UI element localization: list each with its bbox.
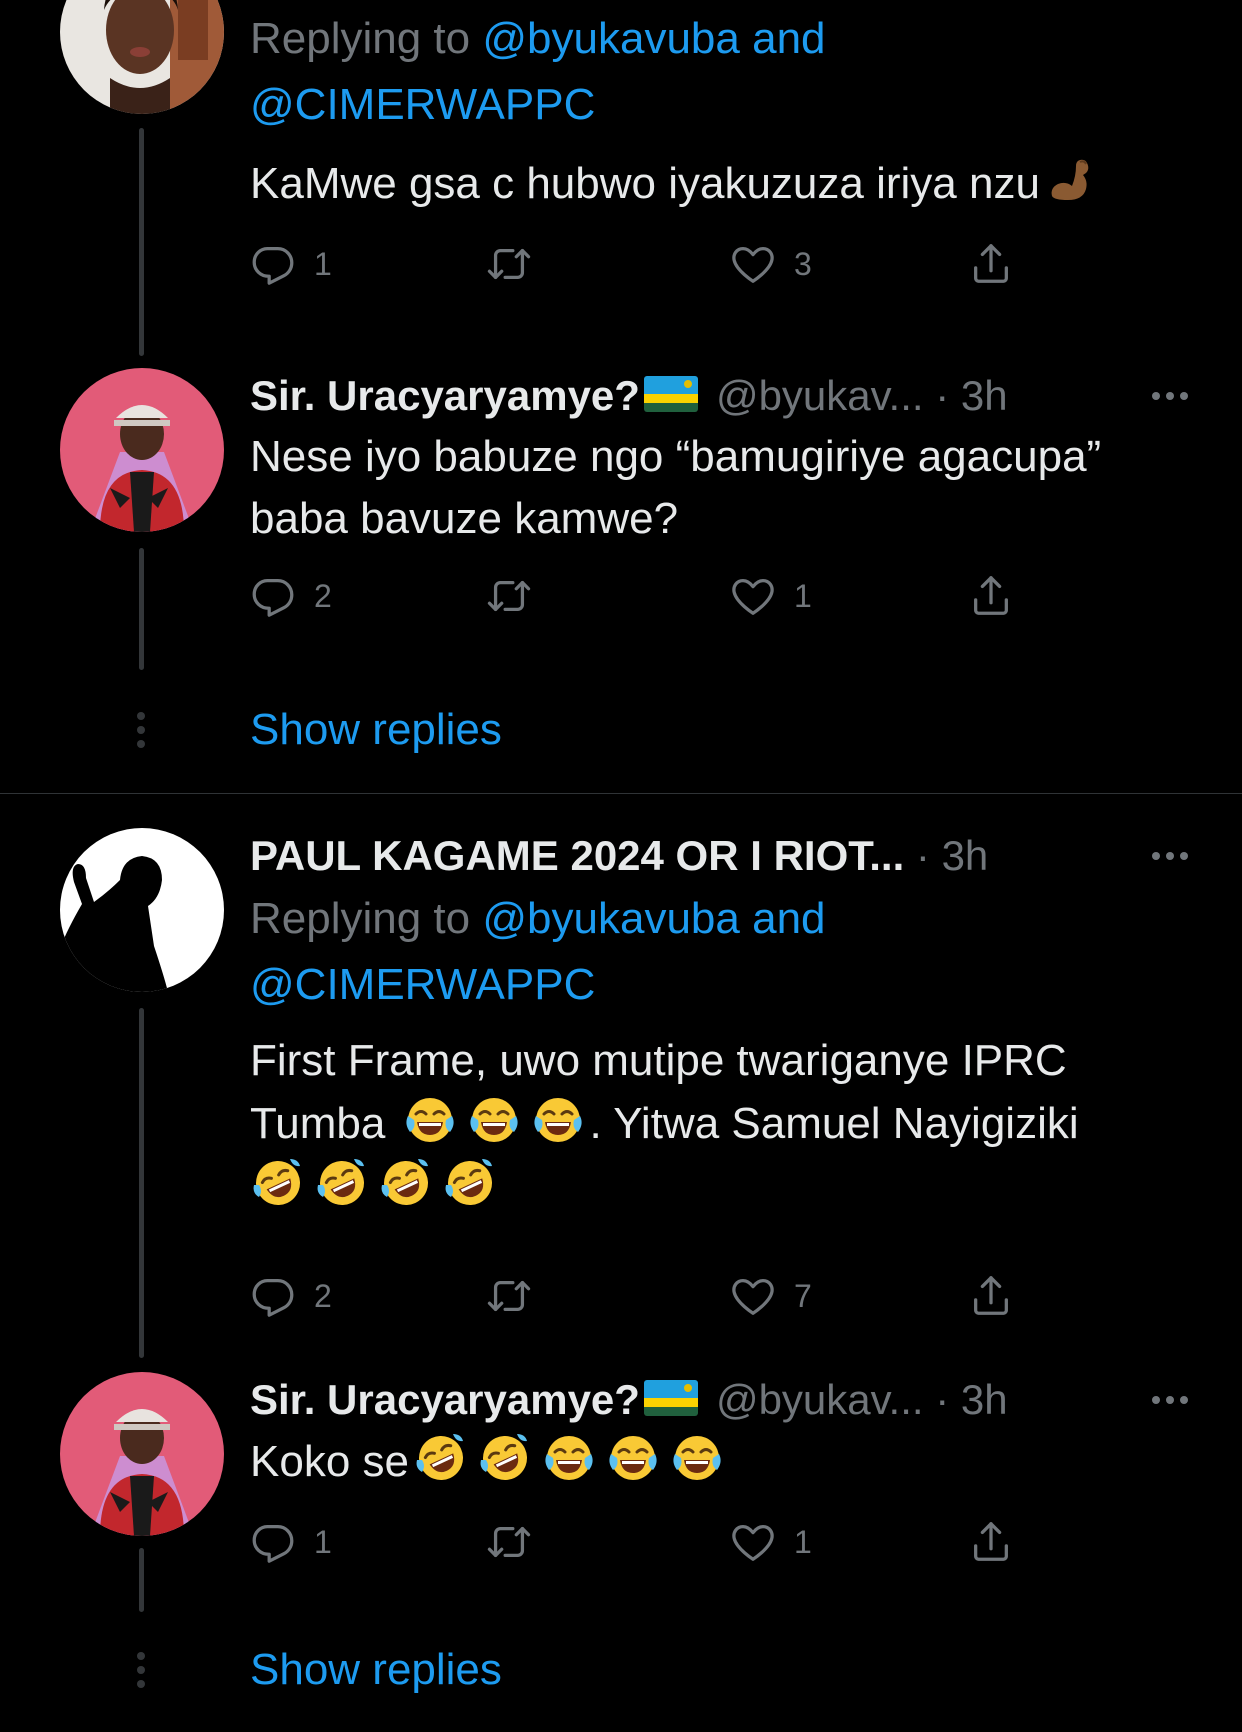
retweet-icon <box>486 573 532 619</box>
retweet-button[interactable] <box>486 566 532 626</box>
like-button[interactable]: 3 <box>730 234 812 294</box>
timestamp[interactable]: · 3h <box>916 832 988 879</box>
share-button[interactable] <box>968 566 1014 626</box>
share-icon <box>968 1519 1014 1565</box>
like-button[interactable]: 1 <box>730 566 812 626</box>
tweet-actions: 1 3 <box>250 234 1040 294</box>
reply-count: 1 <box>314 1523 332 1560</box>
timestamp[interactable]: · 3h <box>935 372 1007 419</box>
tweet-text: Koko se <box>250 1430 1190 1493</box>
laughing-emoji <box>466 1092 522 1148</box>
avatar[interactable] <box>60 368 224 532</box>
display-name[interactable]: Sir. Uracyaryamye? <box>250 372 640 419</box>
heart-icon <box>730 1519 776 1565</box>
reply-icon <box>250 241 296 287</box>
reply-count: 2 <box>314 1277 332 1314</box>
tweet-text: Nese iyo babuze ngo “bamugiriye agacupa”… <box>250 432 1102 543</box>
like-count: 3 <box>794 245 812 282</box>
rwanda-flag <box>644 1380 698 1416</box>
share-button[interactable] <box>968 234 1014 294</box>
share-icon <box>968 241 1014 287</box>
tweet-actions: 1 1 <box>250 1512 1040 1572</box>
display-name[interactable]: PAUL KAGAME 2024 OR I RIOT... <box>250 832 904 879</box>
more-icon[interactable] <box>1148 1370 1192 1430</box>
mention-link[interactable]: @CIMERWAPPC <box>250 80 595 129</box>
mention-and[interactable]: and <box>752 14 825 63</box>
heart-icon <box>730 1273 776 1319</box>
heart-icon <box>730 241 776 287</box>
reply-button[interactable]: 2 <box>250 1266 332 1326</box>
more-icon[interactable] <box>1148 366 1192 426</box>
more-replies-dots-icon <box>137 712 145 748</box>
replying-to: Replying to @byukavuba and @CIMERWAPPC <box>250 14 826 129</box>
show-replies-link[interactable]: Show replies <box>250 1640 502 1700</box>
replying-to: Replying to @byukavuba and @CIMERWAPPC <box>250 894 826 1009</box>
more-replies-dots-icon <box>137 1652 145 1688</box>
like-count: 1 <box>794 577 812 614</box>
tweet-header: Sir. Uracyaryamye? @byukav... · 3h <box>250 1370 1190 1430</box>
laughing-emoji <box>605 1430 661 1486</box>
retweet-button[interactable] <box>486 234 532 294</box>
laughing-emoji <box>530 1092 586 1148</box>
like-button[interactable]: 1 <box>730 1512 812 1572</box>
avatar[interactable] <box>60 1372 224 1536</box>
like-count: 7 <box>794 1277 812 1314</box>
reply-icon <box>250 1519 296 1565</box>
laughing-emoji <box>402 1092 458 1148</box>
mention-link[interactable]: @byukavuba <box>482 894 740 943</box>
reply-button[interactable]: 1 <box>250 234 332 294</box>
thread-line <box>139 128 144 356</box>
rofl-emoji <box>378 1155 434 1211</box>
reply-count: 2 <box>314 577 332 614</box>
display-name[interactable]: Sir. Uracyaryamye? <box>250 1376 640 1423</box>
share-button[interactable] <box>968 1512 1014 1572</box>
rofl-emoji <box>477 1430 533 1486</box>
avatar[interactable] <box>60 828 224 992</box>
retweet-icon <box>486 241 532 287</box>
like-count: 1 <box>794 1523 812 1560</box>
laughing-emoji <box>669 1430 725 1486</box>
share-icon <box>968 1273 1014 1319</box>
reply-button[interactable]: 1 <box>250 1512 332 1572</box>
user-handle[interactable]: @byukav... <box>716 372 924 419</box>
thread-line <box>139 1008 144 1358</box>
rofl-emoji <box>250 1155 306 1211</box>
mention-link[interactable]: @CIMERWAPPC <box>250 960 595 1009</box>
tweet-header: Sir. Uracyaryamye? @byukav... · 3h <box>250 366 1190 426</box>
reply-count: 1 <box>314 245 332 282</box>
retweet-button[interactable] <box>486 1266 532 1326</box>
retweet-icon <box>486 1519 532 1565</box>
rofl-emoji <box>442 1155 498 1211</box>
tweet-actions: 2 1 <box>250 566 1040 626</box>
like-button[interactable]: 7 <box>730 1266 812 1326</box>
share-button[interactable] <box>968 1266 1014 1326</box>
avatar[interactable] <box>60 0 224 114</box>
reply-icon <box>250 1273 296 1319</box>
share-icon <box>968 573 1014 619</box>
retweet-button[interactable] <box>486 1512 532 1572</box>
reply-icon <box>250 573 296 619</box>
heart-icon <box>730 573 776 619</box>
timestamp[interactable]: · 3h <box>935 1376 1007 1423</box>
rofl-emoji <box>413 1430 469 1486</box>
flexed-biceps-emoji <box>1044 152 1100 208</box>
rwanda-flag <box>644 376 698 412</box>
tweet-actions: 2 7 <box>250 1266 1040 1326</box>
mention-and[interactable]: and <box>752 894 825 943</box>
laughing-emoji <box>541 1430 597 1486</box>
reply-button[interactable]: 2 <box>250 566 332 626</box>
tweet-header: PAUL KAGAME 2024 OR I RIOT... · 3h <box>250 826 1190 886</box>
more-icon[interactable] <box>1148 826 1192 886</box>
tweet-text: First Frame, uwo mutipe twariganye IPRC … <box>250 1030 1190 1218</box>
retweet-icon <box>486 1273 532 1319</box>
thread-line <box>139 1548 144 1612</box>
user-handle[interactable]: @byukav... <box>716 1376 924 1423</box>
rofl-emoji <box>314 1155 370 1211</box>
thread-line <box>139 548 144 670</box>
thread-divider <box>0 793 1242 794</box>
show-replies-link[interactable]: Show replies <box>250 700 502 760</box>
mention-link[interactable]: @byukavuba <box>482 14 740 63</box>
tweet-text: KaMwe gsa c hubwo iyakuzuza iriya nzu <box>250 152 1190 215</box>
